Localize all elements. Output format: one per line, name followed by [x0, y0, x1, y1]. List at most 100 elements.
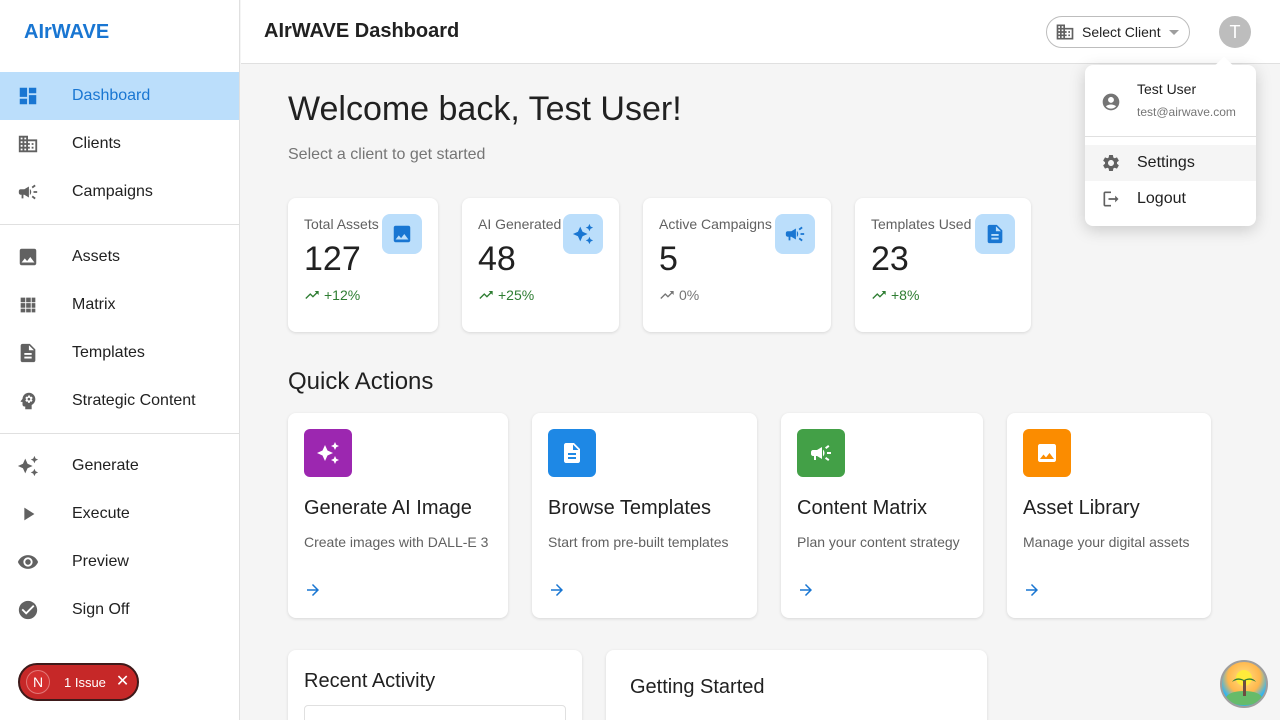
sidebar-item-sign-off[interactable]: Sign Off: [0, 586, 239, 634]
sidebar-item-campaigns[interactable]: Campaigns: [0, 168, 239, 216]
action-card-content-matrix[interactable]: Content Matrix Plan your content strateg…: [781, 413, 983, 618]
document-icon: [975, 214, 1015, 254]
stat-card-templates-used: Templates Used 23 +8%: [855, 198, 1031, 332]
welcome-heading: Welcome back, Test User!: [288, 90, 682, 128]
stat-trend: +8%: [871, 287, 1015, 303]
sidebar-item-templates[interactable]: Templates: [0, 329, 239, 377]
action-description: Plan your content strategy: [797, 534, 960, 550]
sidebar-item-preview[interactable]: Preview: [0, 538, 239, 586]
getting-started-title: Getting Started: [630, 676, 765, 698]
welcome-subtitle: Select a client to get started: [288, 146, 486, 163]
image-icon: [16, 245, 40, 269]
user-name: Test User: [1137, 81, 1197, 97]
image-icon: [1023, 429, 1071, 477]
user-menu-header: Test User test@airwave.com: [1085, 65, 1256, 137]
sparkle-icon: [563, 214, 603, 254]
sidebar-item-strategic-content[interactable]: Strategic Content: [0, 377, 239, 425]
action-card-browse-templates[interactable]: Browse Templates Start from pre-built te…: [532, 413, 757, 618]
menu-item-logout[interactable]: Logout: [1085, 181, 1256, 217]
stat-trend: 0%: [659, 287, 815, 303]
sidebar: AIrWAVE Dashboard Clients Campaigns Asse…: [0, 0, 240, 720]
user-email: test@airwave.com: [1137, 105, 1236, 119]
brain-icon: [16, 389, 40, 413]
sidebar-item-label: Execute: [72, 505, 130, 522]
sidebar-item-label: Assets: [72, 248, 121, 265]
sidebar-item-label: Strategic Content: [72, 392, 196, 409]
action-description: Create images with DALL-E 3: [304, 534, 489, 550]
arrow-right-icon[interactable]: [797, 581, 815, 599]
sparkle-icon: [304, 429, 352, 477]
action-description: Start from pre-built templates: [548, 534, 729, 550]
action-title: Generate AI Image: [304, 497, 472, 519]
sidebar-item-label: Sign Off: [72, 601, 130, 618]
issue-badge[interactable]: N 1 Issue ✕: [18, 663, 139, 701]
megaphone-icon: [775, 214, 815, 254]
chevron-down-icon: [1168, 29, 1179, 35]
gear-icon: [1101, 153, 1121, 173]
action-title: Content Matrix: [797, 497, 928, 519]
sidebar-item-label: Matrix: [72, 296, 116, 313]
next-logo-icon: N: [26, 670, 50, 694]
stat-card-active-campaigns: Active Campaigns 5 0%: [643, 198, 831, 332]
sidebar-item-execute[interactable]: Execute: [0, 490, 239, 538]
arrow-right-icon[interactable]: [548, 581, 566, 599]
page-title: AIrWAVE Dashboard: [264, 20, 460, 42]
building-icon: [1055, 22, 1075, 42]
sparkle-icon: [16, 454, 40, 478]
sidebar-item-label: Dashboard: [72, 87, 151, 104]
stat-trend-value: 0%: [679, 287, 700, 303]
sidebar-item-label: Templates: [72, 344, 145, 361]
building-icon: [16, 132, 40, 156]
stat-card-total-assets: Total Assets 127 +12%: [288, 198, 438, 332]
action-title: Asset Library: [1023, 497, 1140, 519]
user-menu: Test User test@airwave.com Settings Logo…: [1085, 65, 1256, 226]
menu-item-label: Settings: [1137, 154, 1195, 171]
trending-up-icon: [478, 287, 494, 303]
arrow-right-icon[interactable]: [1023, 581, 1041, 599]
eye-icon: [16, 550, 40, 574]
account-circle-icon: [1101, 92, 1121, 112]
close-icon[interactable]: ✕: [116, 674, 129, 690]
quick-actions-title: Quick Actions: [288, 368, 434, 395]
sidebar-item-assets[interactable]: Assets: [0, 233, 239, 281]
sidebar-item-label: Preview: [72, 553, 129, 570]
grid-icon: [16, 293, 40, 317]
sidebar-item-label: Generate: [72, 457, 139, 474]
document-icon: [16, 341, 40, 365]
sidebar-item-matrix[interactable]: Matrix: [0, 281, 239, 329]
sidebar-item-clients[interactable]: Clients: [0, 120, 239, 168]
stat-trend-value: +12%: [324, 287, 361, 303]
activity-list: [304, 705, 566, 720]
megaphone-icon: [797, 429, 845, 477]
check-circle-icon: [16, 598, 40, 622]
megaphone-icon: [16, 180, 40, 204]
trending-flat-icon: [659, 287, 675, 303]
action-card-asset-library[interactable]: Asset Library Manage your digital assets: [1007, 413, 1211, 618]
client-select-label: Select Client: [1082, 24, 1161, 40]
image-icon: [382, 214, 422, 254]
sidebar-item-generate[interactable]: Generate: [0, 442, 239, 490]
assistant-fab[interactable]: [1220, 660, 1268, 708]
dashboard-icon: [16, 84, 40, 108]
avatar[interactable]: T: [1219, 16, 1251, 48]
sidebar-item-label: Clients: [72, 135, 121, 152]
action-card-generate-ai-image[interactable]: Generate AI Image Create images with DAL…: [288, 413, 508, 618]
action-title: Browse Templates: [548, 497, 712, 519]
sidebar-group-workflow: Generate Execute Preview Sign Off: [0, 434, 239, 642]
sidebar-item-dashboard[interactable]: Dashboard: [0, 72, 239, 120]
stat-trend-value: +8%: [891, 287, 920, 303]
menu-item-settings[interactable]: Settings: [1085, 145, 1256, 181]
arrow-right-icon[interactable]: [304, 581, 322, 599]
trending-up-icon: [871, 287, 887, 303]
recent-activity-title: Recent Activity: [304, 670, 436, 692]
stat-trend: +12%: [304, 287, 422, 303]
trending-up-icon: [304, 287, 320, 303]
sidebar-group-main: Dashboard Clients Campaigns: [0, 64, 239, 225]
menu-item-label: Logout: [1137, 190, 1186, 207]
issue-count: 1 Issue: [64, 674, 106, 690]
client-select[interactable]: Select Client: [1046, 16, 1190, 48]
sidebar-group-content: Assets Matrix Templates Strategic Conten…: [0, 225, 239, 434]
document-icon: [548, 429, 596, 477]
logout-icon: [1101, 189, 1121, 209]
brand-logo[interactable]: AIrWAVE: [0, 0, 239, 64]
